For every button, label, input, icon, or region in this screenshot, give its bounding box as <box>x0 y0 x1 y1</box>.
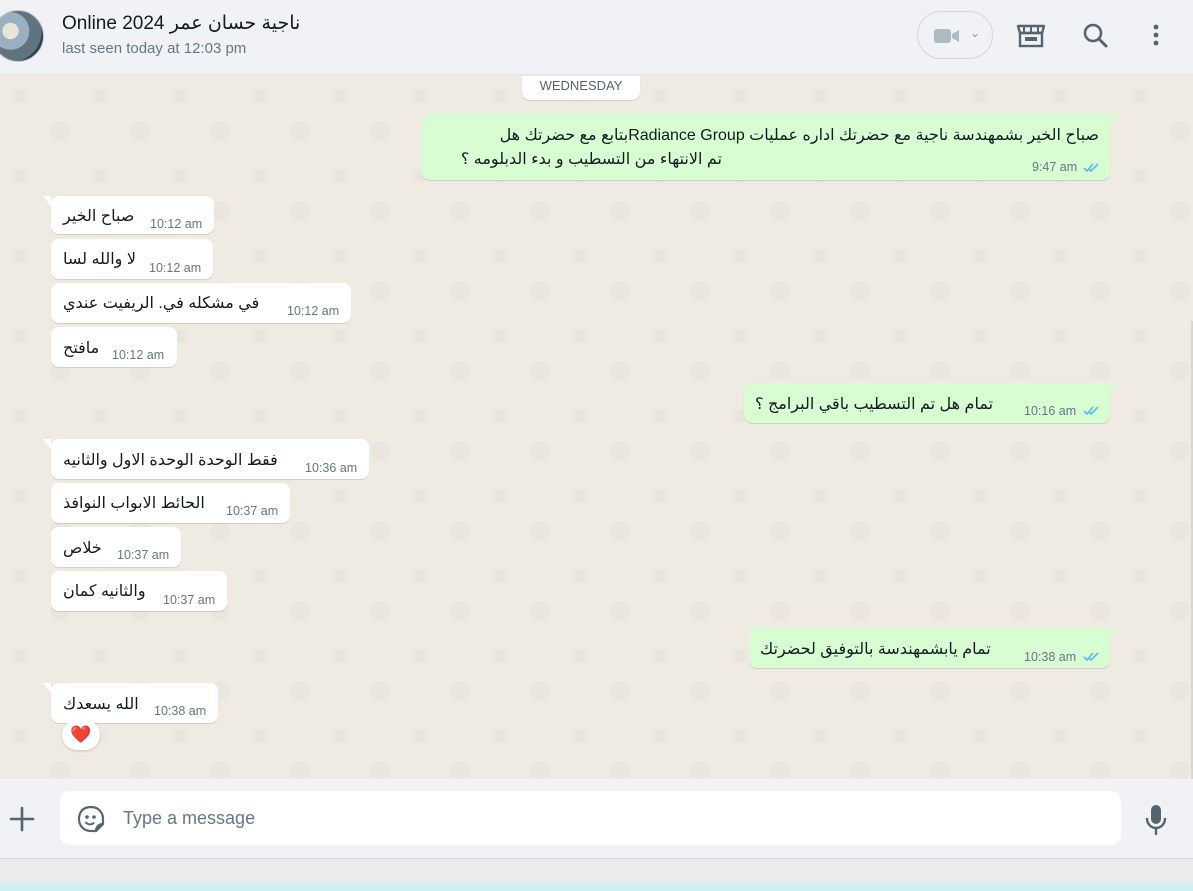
message-text: والثانيه كمان <box>63 583 146 600</box>
message-text: فقط الوحدة الوحدة الاول والثانيه <box>63 452 278 469</box>
outgoing-message[interactable]: صباح الخير بشمهندسة ناجية مع حضرتك اداره… <box>422 114 1118 180</box>
read-receipt-icon <box>1083 406 1099 416</box>
contact-avatar[interactable] <box>0 10 44 62</box>
message-time: 10:12 am <box>149 261 202 275</box>
read-receipt-icon <box>1083 652 1099 662</box>
chat-header: Online 2024 ناجية حسان عمر last seen tod… <box>0 0 1193 75</box>
message-input-placeholder: Type a message <box>123 808 256 828</box>
contact-name[interactable]: Online 2024 ناجية حسان عمر <box>62 12 300 35</box>
message-text-line-2: تم الانتهاء من التسطيب و بدء الدبلومه ؟ <box>460 151 722 168</box>
message-time: 10:38 am <box>1024 650 1077 664</box>
message-input[interactable]: Type a message <box>60 791 1121 845</box>
microphone-icon[interactable] <box>1143 803 1169 837</box>
incoming-message[interactable]: لا والله لسا 10:12 am <box>51 239 213 279</box>
video-call-icon <box>934 29 959 43</box>
message-text: خلاص <box>63 540 102 557</box>
video-call-button[interactable]: ⌄ <box>917 11 993 59</box>
message-text: الله يسعدك <box>63 696 139 713</box>
message-time: 10:37 am <box>226 504 279 518</box>
message-text: لا والله لسا <box>63 251 136 268</box>
sticker-icon[interactable] <box>77 805 105 833</box>
message-time: 10:37 am <box>117 548 170 562</box>
message-time: 10:38 am <box>154 704 207 718</box>
incoming-message[interactable]: صباح الخير 10:12 am <box>43 196 214 234</box>
chevron-down-icon: ⌄ <box>970 26 981 40</box>
message-time: 10:12 am <box>112 348 165 362</box>
incoming-message[interactable]: الحائط الابواب النوافذ 10:37 am <box>51 483 290 523</box>
message-time: 10:37 am <box>163 593 216 607</box>
contact-last-seen: last seen today at 12:03 pm <box>62 40 247 57</box>
message-time: 9:47 am <box>1032 160 1078 174</box>
incoming-message[interactable]: والثانيه كمان 10:37 am <box>51 571 227 611</box>
outgoing-message[interactable]: تمام هل تم التسطيب باقي البرامج ؟ 10:16 … <box>744 383 1118 423</box>
outgoing-message[interactable]: تمام يابشمهندسة بالتوفيق لحضرتك 10:38 am <box>749 628 1118 668</box>
catalog-shop-icon[interactable] <box>1015 20 1047 52</box>
incoming-message[interactable]: فقط الوحدة الوحدة الاول والثانيه 10:36 a… <box>43 439 369 479</box>
message-text: تمام هل تم التسطيب باقي البرامج ؟ <box>755 396 994 413</box>
message-time: 10:12 am <box>150 217 203 231</box>
message-text-line-1: صباح الخير بشمهندسة ناجية مع حضرتك اداره… <box>499 127 1099 144</box>
search-icon[interactable] <box>1080 20 1112 52</box>
menu-dots-icon[interactable] <box>1140 20 1172 52</box>
message-text: في مشكله في. الريفيت عندي <box>63 295 260 312</box>
window-bottom-edge <box>0 858 1193 891</box>
message-time: 10:36 am <box>305 461 358 475</box>
incoming-message[interactable]: خلاص 10:37 am <box>51 527 181 567</box>
incoming-message[interactable]: مافتح 10:12 am <box>51 327 177 367</box>
message-composer: Type a message <box>0 779 1193 858</box>
heart-reaction-icon[interactable]: ❤️ <box>62 720 100 750</box>
message-text: مافتح <box>63 340 100 357</box>
message-time: 10:16 am <box>1024 404 1077 418</box>
message-text: صباح الخير <box>63 208 135 225</box>
date-divider: WEDNESDAY <box>522 76 640 100</box>
read-receipt-icon <box>1083 163 1099 173</box>
plus-icon[interactable] <box>8 805 36 833</box>
message-time: 10:12 am <box>287 304 340 318</box>
incoming-message[interactable]: في مشكله في. الريفيت عندي 10:12 am <box>51 283 351 323</box>
message-text: الحائط الابواب النوافذ <box>63 495 205 512</box>
message-text: تمام يابشمهندسة بالتوفيق لحضرتك <box>760 641 991 658</box>
incoming-message[interactable]: الله يسعدك 10:38 am <box>43 683 218 723</box>
message-list[interactable]: WEDNESDAY صباح الخير بشمهندسة ناجية مع ح… <box>0 76 1193 779</box>
